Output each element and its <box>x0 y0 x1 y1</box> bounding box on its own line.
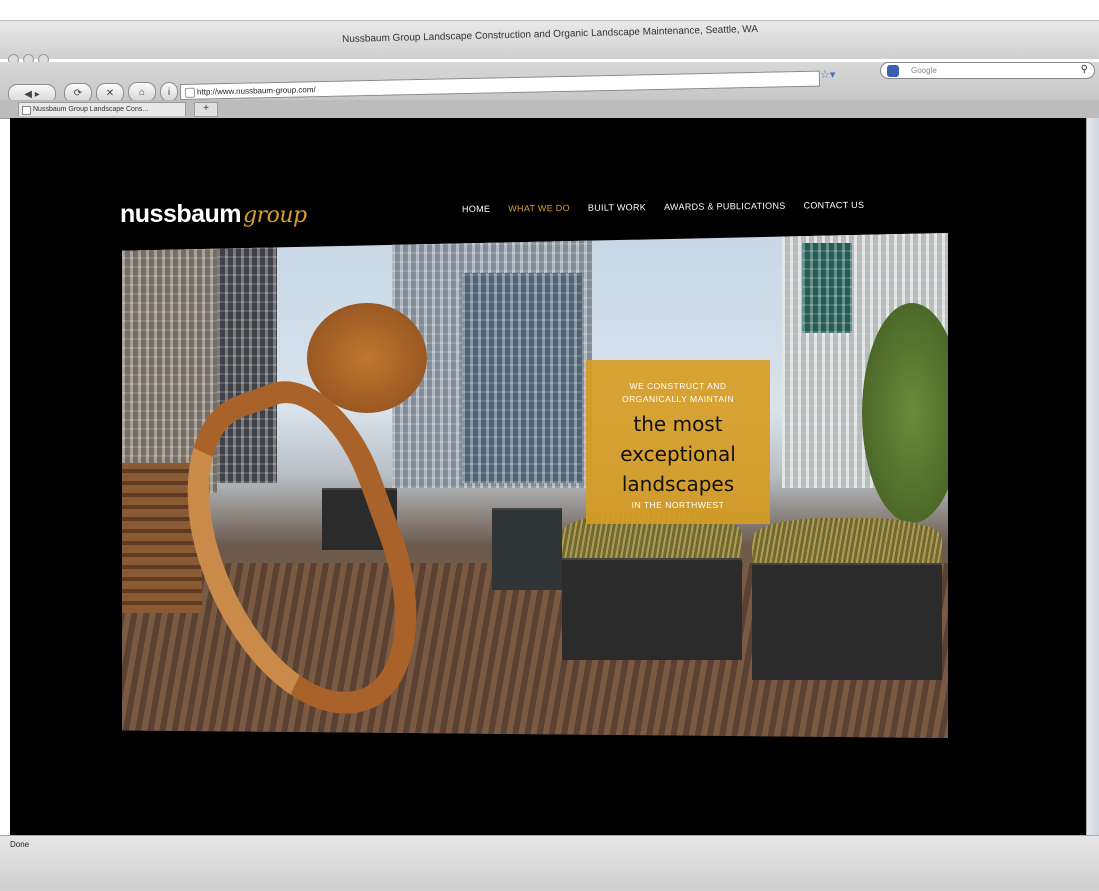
site-logo[interactable]: nussbaumgroup <box>120 200 307 229</box>
nav-built-work[interactable]: BUILT WORK <box>588 202 646 213</box>
nav-contact-us[interactable]: CONTACT US <box>804 200 865 211</box>
nav-home[interactable]: HOME <box>462 204 490 214</box>
address-url: http://www.nussbaum-group.com/ <box>196 84 316 97</box>
home-button[interactable]: ⌂ <box>128 82 156 102</box>
main-nav: HOME WHAT WE DO BUILT WORK AWARDS & PUBL… <box>462 200 864 214</box>
logo-text-main: nussbaum <box>120 200 242 228</box>
status-bar: Done <box>0 835 1099 891</box>
hero-callout: WE CONSTRUCT AND ORGANICALLY MAINTAIN th… <box>586 360 770 524</box>
tree-right <box>862 303 948 523</box>
callout-big-2: exceptional <box>620 442 736 466</box>
bookmark-star-icon[interactable]: ☆▾ <box>820 68 835 81</box>
hero-image <box>122 233 948 738</box>
stop-icon: ✕ <box>105 87 115 99</box>
page-viewport: nussbaumgroup HOME WHAT WE DO BUILT WORK… <box>10 118 1088 835</box>
callout-line-1: WE CONSTRUCT AND <box>629 381 727 391</box>
planter-right <box>752 563 942 680</box>
window-title: Nussbaum Group Landscape Construction an… <box>341 23 759 46</box>
grass-right <box>752 518 942 568</box>
callout-line-2: ORGANICALLY MAINTAIN <box>621 394 735 404</box>
site-info-button[interactable]: i <box>160 82 178 102</box>
planter-left <box>562 558 742 660</box>
address-bar[interactable]: http://www.nussbaum-group.com/ <box>179 70 821 100</box>
search-input[interactable]: Google ⚲ <box>880 62 1095 79</box>
new-tab-button[interactable]: + <box>194 102 218 117</box>
search-icon[interactable]: ⚲ <box>1081 64 1088 75</box>
browser-window: Nussbaum Group Landscape Construction an… <box>0 20 1099 891</box>
vertical-scrollbar[interactable] <box>1086 118 1099 835</box>
logo-text-accent: group <box>243 203 307 228</box>
building-center-2 <box>462 273 582 483</box>
search-engine-icon[interactable] <box>887 65 899 77</box>
reload-icon: ⟳ <box>73 87 83 99</box>
tab-bar: Nussbaum Group Landscape Cons... + <box>0 100 1099 119</box>
home-icon: ⌂ <box>138 86 146 98</box>
callout-line-3: IN THE NORTHWEST <box>631 500 725 510</box>
building-right-windows <box>802 243 852 333</box>
tab-nussbaum[interactable]: Nussbaum Group Landscape Cons... <box>18 102 186 116</box>
nav-what-we-do[interactable]: WHAT WE DO <box>508 203 570 214</box>
tab-page-icon <box>22 106 31 115</box>
info-icon: i <box>167 86 171 98</box>
callout-big-3: landscapes <box>621 472 735 496</box>
nav-awards-publications[interactable]: AWARDS & PUBLICATIONS <box>664 201 786 212</box>
title-bar: Nussbaum Group Landscape Construction an… <box>0 20 1099 59</box>
tab-label: Nussbaum Group Landscape Cons... <box>33 106 149 113</box>
callout-big-1: the most <box>633 412 723 436</box>
back-arrow-icon: ◀ <box>24 88 32 100</box>
page-icon <box>184 87 196 98</box>
status-text: Done <box>10 840 30 849</box>
forward-arrow-icon: ▸ <box>34 88 40 100</box>
search-placeholder: Google <box>911 66 937 75</box>
bench <box>492 508 562 590</box>
